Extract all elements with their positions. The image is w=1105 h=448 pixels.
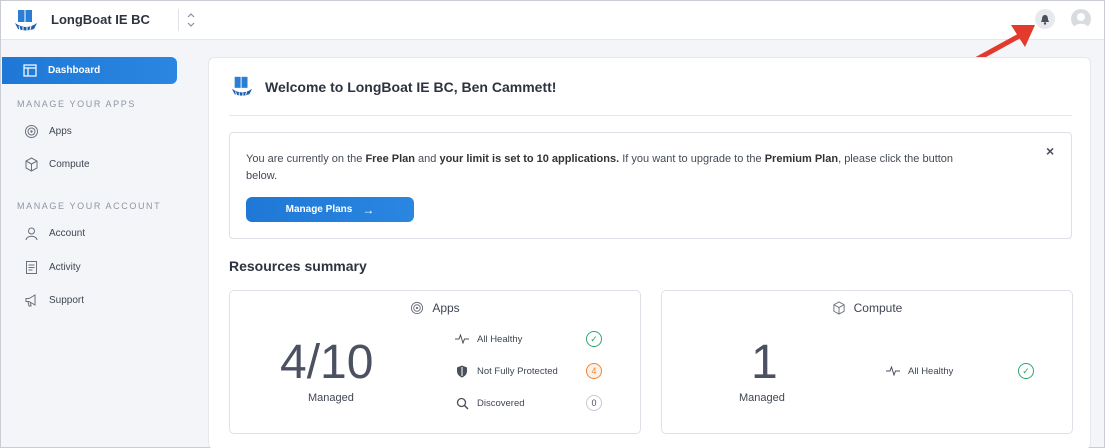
apps-stat-discovered[interactable]: Discovered: [455, 394, 525, 412]
notice-text-segment: You are currently on the: [246, 153, 366, 165]
apps-managed-label: Managed: [308, 392, 354, 404]
longboat-logo-icon: [15, 10, 37, 31]
compute-summary-card[interactable]: Compute 1 Managed All Healthy ✓: [661, 290, 1073, 434]
compute-card-title: Compute: [853, 301, 903, 315]
user-avatar-icon: [1073, 13, 1089, 29]
compute-managed-count: 1: [751, 336, 778, 389]
compute-stat-healthy[interactable]: All Healthy: [886, 362, 953, 380]
sidebar-item-label: Apps: [49, 125, 72, 137]
check-badge-icon: ✓: [586, 331, 602, 347]
dashboard-icon: [22, 63, 38, 79]
sidebar-item-support[interactable]: Support: [23, 290, 84, 310]
stat-label: Not Fully Protected: [477, 365, 558, 377]
sidebar-item-dashboard[interactable]: Dashboard: [2, 57, 177, 84]
close-icon[interactable]: ×: [1046, 143, 1054, 159]
manage-plans-label: Manage Plans: [285, 204, 353, 215]
manage-plans-button[interactable]: Manage Plans →: [246, 197, 414, 222]
warning-count-badge: 4: [586, 363, 602, 379]
heartbeat-icon: [455, 332, 469, 346]
apps-managed-count: 4/10: [280, 336, 374, 389]
bell-icon: [1041, 14, 1049, 25]
apps-summary-card[interactable]: Apps 4/10 Managed All Healthy ✓ Not Full…: [229, 290, 641, 434]
resources-summary-title: Resources summary: [229, 258, 367, 274]
activity-icon: [23, 259, 39, 275]
sidebar-item-label: Support: [49, 294, 85, 306]
app-switcher-button[interactable]: [178, 9, 202, 31]
plan-notice: You are currently on the Free Plan and y…: [229, 132, 1072, 239]
stat-label: All Healthy: [908, 365, 954, 377]
account-icon: [23, 225, 39, 241]
sidebar-item-account[interactable]: Account: [23, 223, 85, 243]
check-badge-icon: ✓: [1018, 363, 1034, 379]
discovered-count-badge: 0: [586, 395, 602, 411]
apps-card-title: Apps: [432, 301, 460, 315]
divider: [229, 115, 1072, 116]
arrow-right-icon: →: [362, 202, 375, 217]
dashboard-main: Welcome to LongBoat IE BC, Ben Cammett! …: [208, 57, 1091, 448]
section-title-apps: MANAGE YOUR APPS: [17, 99, 136, 109]
heartbeat-icon: [886, 364, 900, 378]
notice-premium-plan: Premium Plan: [764, 153, 839, 165]
sidebar-item-apps[interactable]: Apps: [23, 121, 72, 141]
compute-managed-label: Managed: [739, 392, 785, 404]
chevron-up-down-icon: [187, 13, 194, 27]
user-avatar[interactable]: [1071, 9, 1091, 29]
search-icon: [455, 396, 469, 410]
page-title: Welcome to LongBoat IE BC, Ben Cammett!: [265, 79, 557, 95]
plan-notice-text: You are currently on the Free Plan and y…: [246, 151, 986, 185]
top-bar: LongBoat IE BC: [1, 1, 1104, 40]
stat-label: All Healthy: [477, 333, 523, 345]
sidebar-item-label: Activity: [49, 261, 81, 273]
apps-icon: [23, 123, 39, 139]
notice-limit: your limit is set to 10 applications.: [439, 153, 620, 165]
section-title-account: MANAGE YOUR ACCOUNT: [17, 201, 162, 211]
stat-label: Discovered: [477, 397, 525, 409]
compute-icon: [832, 301, 846, 315]
apps-card-header: Apps: [230, 301, 640, 315]
shield-icon: [455, 364, 469, 378]
compute-icon: [23, 156, 39, 172]
sidebar-item-activity[interactable]: Activity: [23, 257, 81, 277]
apps-stat-not-protected[interactable]: Not Fully Protected: [455, 362, 558, 380]
apps-icon: [410, 301, 424, 315]
notice-text-segment: and: [414, 153, 440, 165]
sidebar-item-label: Compute: [49, 158, 90, 170]
sidebar-item-label: Account: [49, 227, 86, 239]
megaphone-icon: [23, 292, 39, 308]
sidebar-item-label: Dashboard: [48, 65, 101, 76]
longboat-logo-icon: [231, 76, 253, 97]
compute-card-header: Compute: [662, 301, 1072, 315]
sidebar: Dashboard MANAGE YOUR APPS Apps Compute …: [1, 41, 191, 448]
notice-text-segment: If you want to upgrade to the: [619, 153, 765, 165]
app-name: LongBoat IE BC: [51, 12, 150, 27]
notice-plan-name: Free Plan: [365, 153, 415, 165]
apps-stat-healthy[interactable]: All Healthy: [455, 330, 522, 348]
sidebar-item-compute[interactable]: Compute: [23, 154, 90, 174]
